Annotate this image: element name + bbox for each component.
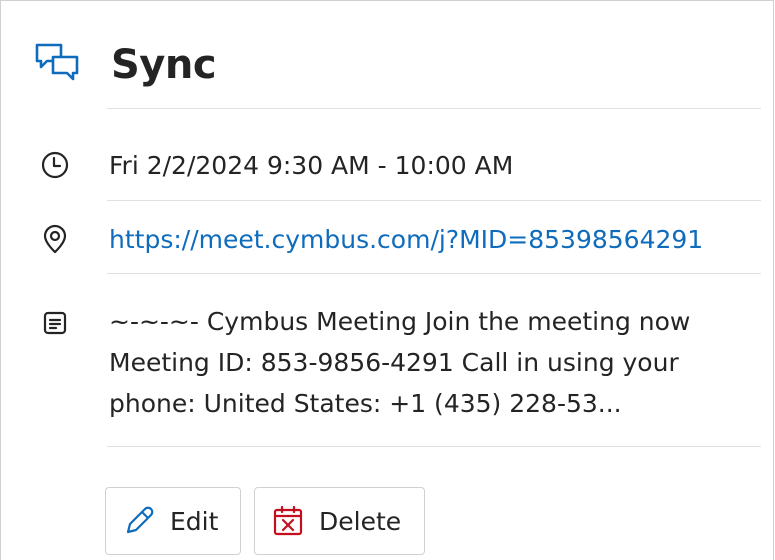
event-card: Sync Fri 2/2/2024 9:30 AM - 10:00 AM htt… <box>0 0 774 560</box>
notes-line: phone: United States: +1 (435) 228-53... <box>109 389 622 418</box>
edit-button[interactable]: Edit <box>105 487 241 555</box>
divider <box>107 273 761 274</box>
pencil-icon <box>126 506 154 534</box>
calendar-delete-icon <box>273 505 303 536</box>
clock-icon <box>41 151 69 179</box>
notes-icon <box>43 311 67 335</box>
notes-line: ~-~-~- Cymbus Meeting Join the meeting n… <box>109 307 691 336</box>
event-header <box>33 31 81 95</box>
event-time: Fri 2/2/2024 9:30 AM - 10:00 AM <box>109 151 514 180</box>
location-pin-icon <box>43 224 67 254</box>
edit-button-label: Edit <box>170 506 219 536</box>
divider <box>107 446 761 447</box>
delete-button[interactable]: Delete <box>254 487 425 555</box>
chat-bubbles-icon <box>35 43 79 81</box>
meeting-link[interactable]: https://meet.cymbus.com/j?MID=8539856429… <box>109 221 703 259</box>
event-notes: ~-~-~- Cymbus Meeting Join the meeting n… <box>109 301 749 424</box>
delete-button-label: Delete <box>319 506 402 536</box>
event-title: Sync <box>111 42 217 88</box>
divider <box>107 108 761 109</box>
notes-line: Meeting ID: 853-9856-4291 Call in using … <box>109 348 679 377</box>
divider <box>107 200 761 201</box>
